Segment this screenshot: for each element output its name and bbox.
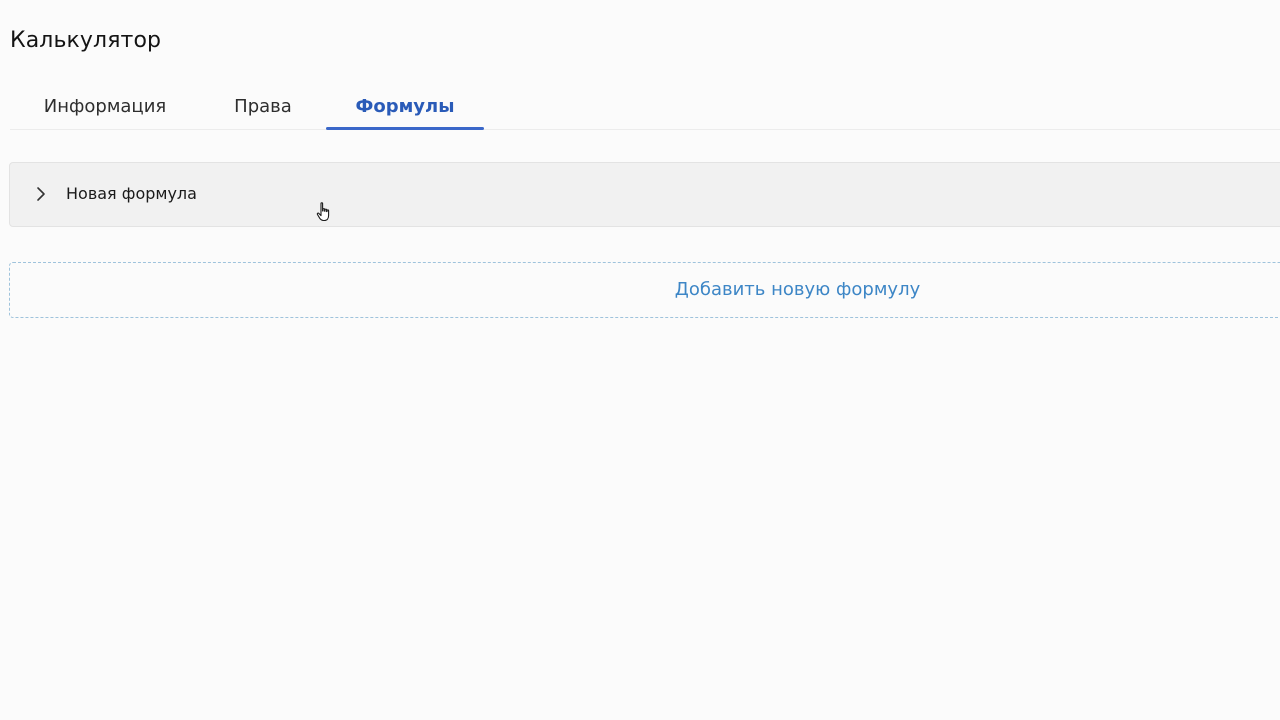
tabs-bar: Информация Права Формулы (10, 82, 1280, 130)
active-tab-indicator (326, 127, 484, 130)
formula-panel-header[interactable]: Новая формула (9, 162, 1280, 227)
add-formula-button[interactable]: Добавить новую формулу (9, 262, 1280, 318)
tab-rights[interactable]: Права (200, 82, 326, 128)
tab-information[interactable]: Информация (10, 82, 200, 128)
formula-panel-title: Новая формула (66, 184, 197, 203)
chevron-right-icon (37, 187, 45, 201)
page-title: Калькулятор (10, 28, 162, 53)
page: Калькулятор Информация Права Формулы Нов… (0, 0, 1280, 720)
add-formula-button-label: Добавить новую формулу (674, 279, 921, 300)
tab-formulas[interactable]: Формулы (326, 82, 484, 128)
